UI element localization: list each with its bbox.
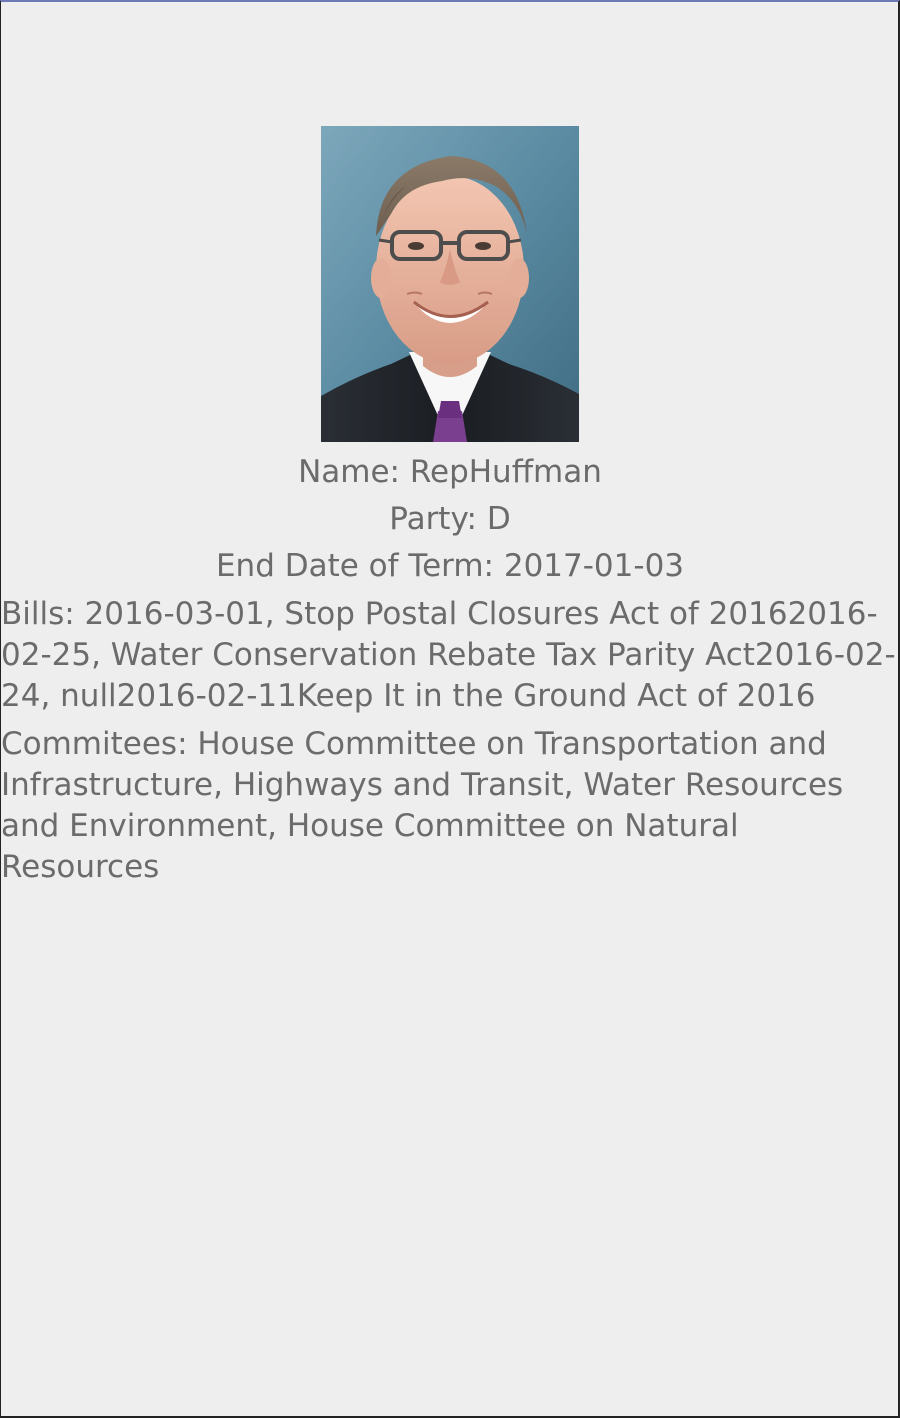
bills-text: Bills: 2016-03-01, Stop Postal Closures …	[1, 596, 896, 714]
committees-text: Commitees: House Committee on Transporta…	[1, 726, 844, 885]
profile-content: Name: RepHuffman Party: D End Date of Te…	[0, 126, 900, 888]
portrait-image	[321, 126, 579, 442]
term-end-date: End Date of Term: 2017-01-03	[215, 548, 685, 584]
representative-name: Name: RepHuffman	[298, 454, 602, 490]
party-label: Party: D	[389, 501, 511, 537]
profile-photo	[321, 126, 579, 442]
